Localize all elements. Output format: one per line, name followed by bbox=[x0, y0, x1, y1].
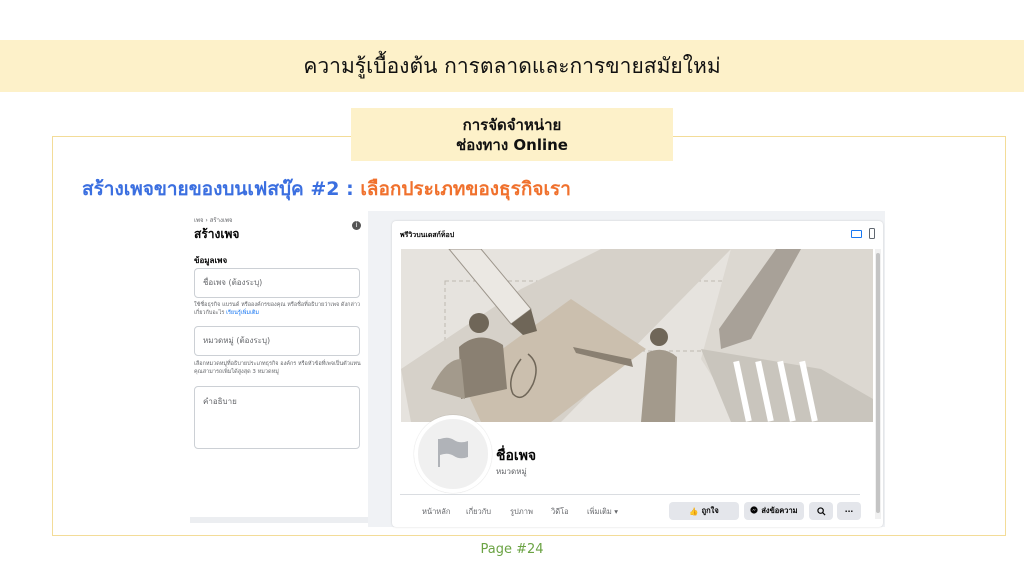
page-name: ชื่อเพจ bbox=[496, 448, 537, 464]
thumbs-up-icon: 👍 bbox=[689, 506, 699, 516]
desktop-icon[interactable] bbox=[851, 230, 862, 238]
create-page-form: เพจ › สร้างเพจ สร้างเพจ i ข้อมูลเพจ ชื่อ… bbox=[190, 211, 369, 523]
like-label: ถูกใจ bbox=[701, 506, 719, 515]
flag-icon bbox=[438, 437, 468, 467]
category-field[interactable]: หมวดหมู่ (ต้องระบุ) bbox=[194, 326, 360, 356]
tab-photos[interactable]: รูปภาพ bbox=[510, 506, 533, 518]
page-name-help: ใช้ชื่อธุรกิจ แบรนด์ หรือองค์กรของคุณ หร… bbox=[194, 301, 364, 317]
tab-videos[interactable]: วิดีโอ bbox=[551, 506, 569, 518]
cover-photo bbox=[401, 249, 873, 422]
title-banner: ความรู้เบื้องต้น การตลาดและการขายสมัยใหม… bbox=[0, 40, 1024, 92]
page-name-help-text: ใช้ชื่อธุรกิจ แบรนด์ หรือองค์กรของคุณ หร… bbox=[194, 302, 361, 316]
heading-blue-part: สร้างเพจขายของบนเฟสบุ๊ค #2 : bbox=[82, 178, 361, 200]
cover-illustration bbox=[401, 249, 873, 422]
page-name-field[interactable]: ชื่อเพจ (ต้องระบุ) bbox=[194, 268, 360, 298]
breadcrumb[interactable]: เพจ › สร้างเพจ bbox=[194, 215, 232, 225]
form-title: สร้างเพจ bbox=[194, 227, 240, 241]
search-button[interactable] bbox=[809, 502, 833, 520]
category-help: เลือกหมวดหมู่ที่อธิบายประเภทธุรกิจ องค์ก… bbox=[194, 361, 361, 375]
messenger-icon bbox=[750, 506, 758, 516]
profile-picture bbox=[414, 415, 492, 493]
subheading-line-1: การจัดจำหน่าย bbox=[462, 115, 562, 134]
tab-about[interactable]: เกี่ยวกับ bbox=[466, 506, 491, 518]
preview-scrollbar[interactable] bbox=[875, 249, 881, 519]
description-field[interactable]: คำอธิบาย bbox=[194, 386, 360, 449]
subheading-line-2: ช่องทาง Online bbox=[456, 135, 568, 154]
message-label: ส่งข้อความ bbox=[761, 506, 798, 515]
like-button[interactable]: 👍 ถูกใจ bbox=[669, 502, 739, 520]
divider bbox=[400, 494, 860, 495]
more-options-button[interactable]: ··· bbox=[837, 502, 861, 520]
search-icon bbox=[816, 506, 826, 516]
form-footer-bar bbox=[190, 517, 368, 523]
preview-title: พรีวิวบนเดสก์ท็อป bbox=[400, 231, 455, 239]
tab-home[interactable]: หน้าหลัก bbox=[422, 506, 450, 518]
slide-title: ความรู้เบื้องต้น การตลาดและการขายสมัยใหม… bbox=[303, 53, 721, 78]
desktop-preview-card: พรีวิวบนเดสก์ท็อป ชื่อเพจ หมวดหมู่ หน้าห… bbox=[392, 221, 883, 527]
send-message-button[interactable]: ส่งข้อความ bbox=[744, 502, 804, 520]
learn-more-link[interactable]: เรียนรู้เพิ่มเติม bbox=[226, 310, 259, 316]
page-number: Page #24 bbox=[480, 542, 544, 557]
tab-more[interactable]: เพิ่มเติม ▾ bbox=[587, 506, 618, 518]
page-category: หมวดหมู่ bbox=[496, 467, 527, 476]
subheading-box: การจัดจำหน่าย ช่องทาง Online bbox=[351, 108, 673, 161]
heading-orange-part: เลือกประเภทของธุรกิจเรา bbox=[360, 178, 571, 200]
section-label: ข้อมูลเพจ bbox=[194, 256, 228, 265]
mobile-icon[interactable] bbox=[869, 228, 875, 239]
info-icon[interactable]: i bbox=[352, 221, 361, 230]
section-heading: สร้างเพจขายของบนเฟสบุ๊ค #2 : เลือกประเภท… bbox=[82, 174, 571, 204]
scrollbar-thumb[interactable] bbox=[876, 253, 880, 513]
